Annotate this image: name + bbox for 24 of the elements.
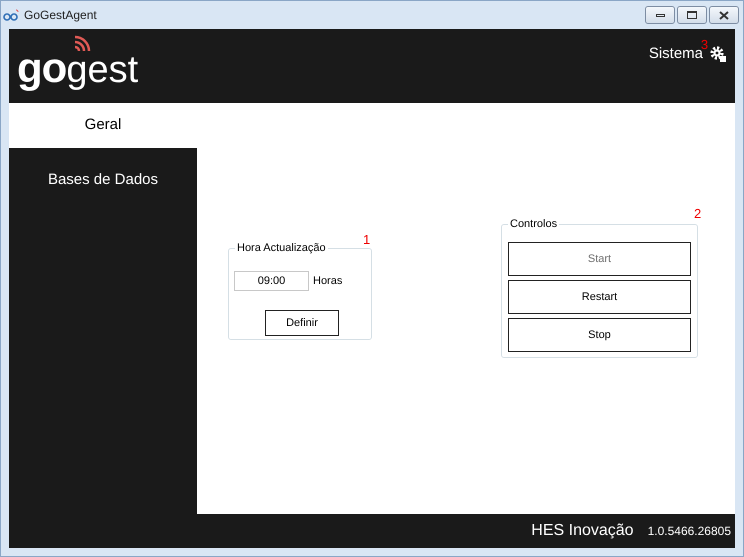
- version-label: 1.0.5466.26805: [648, 523, 731, 540]
- system-menu[interactable]: Sistema: [648, 43, 703, 66]
- logo-text: go: [17, 47, 66, 89]
- close-icon: [719, 10, 729, 20]
- sidebar-item[interactable]: Bases de Dados: [9, 148, 197, 212]
- minimize-button[interactable]: [645, 6, 675, 24]
- maximize-button[interactable]: [677, 6, 707, 24]
- unit-label: Horas: [313, 274, 342, 289]
- sidebar-item[interactable]: Geral: [9, 103, 197, 148]
- app-icon: [3, 8, 19, 22]
- signal-icon: [73, 33, 93, 51]
- marker-number: 2: [694, 205, 702, 223]
- control-button[interactable]: Restart: [508, 280, 691, 314]
- control-button[interactable]: Stop: [508, 318, 691, 352]
- logo-text: gest: [66, 51, 138, 89]
- company-label: HES Inovação: [531, 521, 634, 541]
- marker-number: 3: [700, 36, 708, 52]
- window-title: GoGestAgent: [24, 7, 97, 24]
- close-button[interactable]: [709, 6, 739, 24]
- marker-number: 1: [363, 231, 370, 249]
- define-button[interactable]: Definir: [265, 310, 339, 336]
- settings-icon[interactable]: [709, 45, 727, 64]
- group-title: Hora Actualização: [235, 241, 328, 255]
- time-field[interactable]: 09:00: [234, 271, 309, 291]
